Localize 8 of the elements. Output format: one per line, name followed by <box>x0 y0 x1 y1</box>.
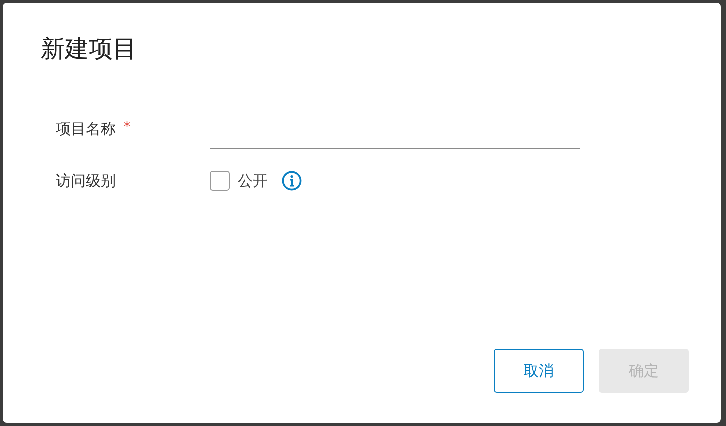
required-mark: * <box>124 120 130 136</box>
dialog-title: 新建项目 <box>41 34 138 65</box>
checkbox[interactable] <box>210 171 230 191</box>
field-label: 访问级别 <box>56 172 116 190</box>
checkbox-label: 公开 <box>238 172 268 190</box>
cancel-button[interactable]: 取消 <box>494 349 584 393</box>
info-icon[interactable] <box>282 171 302 191</box>
field-label: 项目名称 <box>56 120 116 138</box>
